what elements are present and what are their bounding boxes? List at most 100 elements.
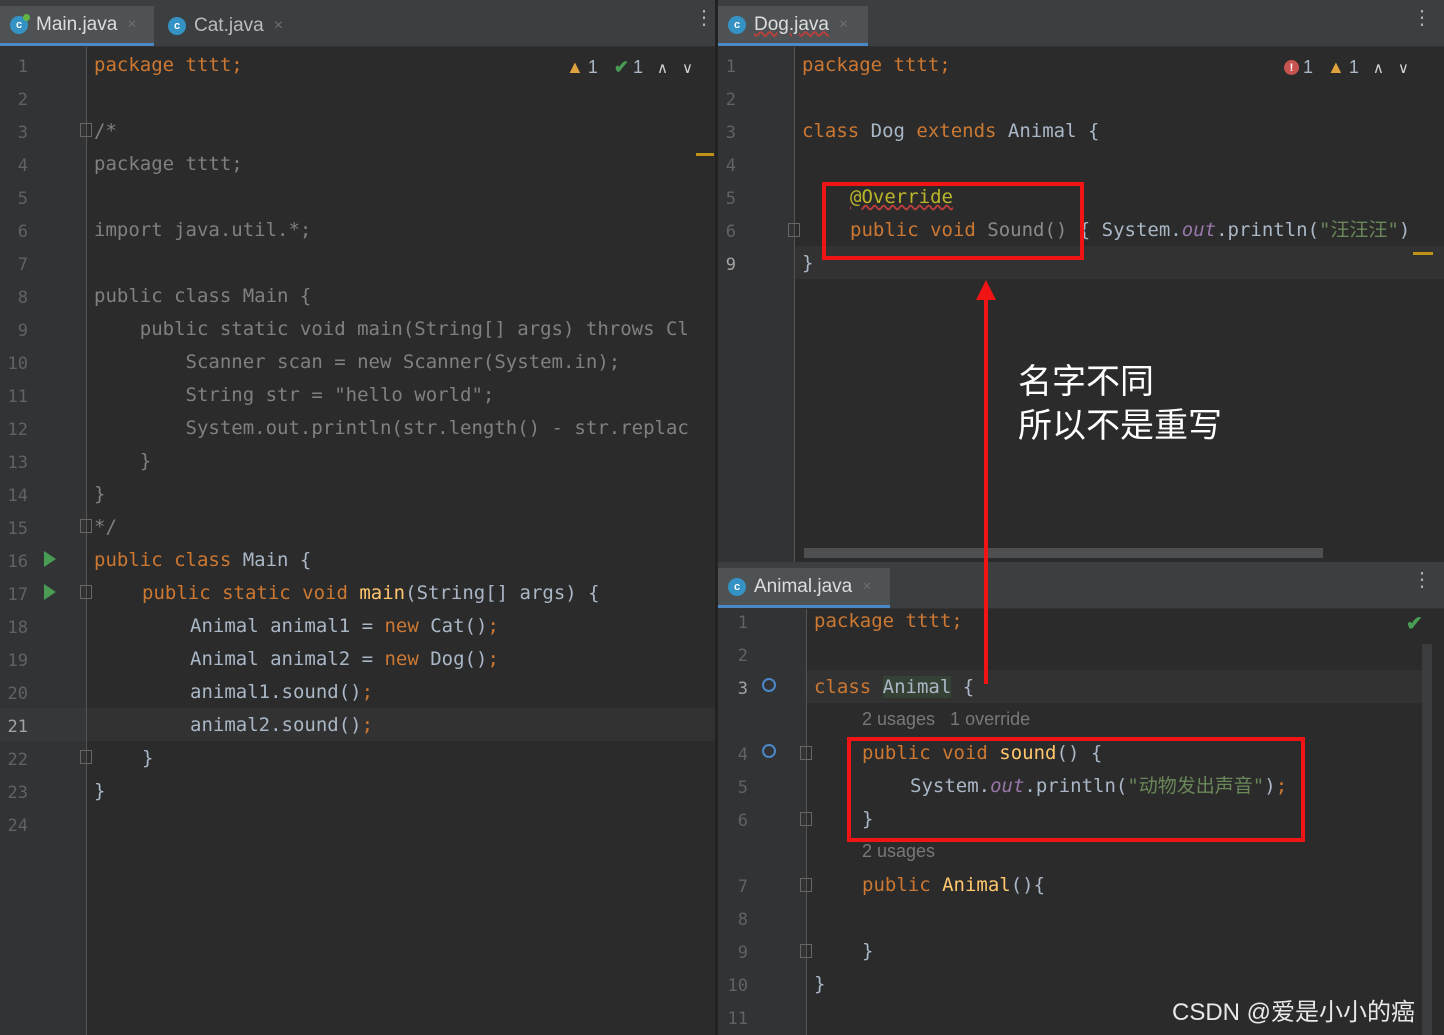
warning-marker[interactable] (696, 153, 714, 156)
tab-label: Dog.java (754, 13, 829, 35)
usage-hint[interactable]: 2 usages (862, 841, 935, 862)
line-number: 14 (7, 486, 28, 506)
close-icon[interactable]: × (127, 16, 136, 34)
line-number: 5 (17, 189, 28, 209)
line-number: 17 (7, 585, 28, 605)
line-number: 4 (725, 156, 736, 176)
usage-hint[interactable]: 2 usages 1 override (862, 709, 1030, 730)
current-line-highlight (87, 708, 715, 741)
fold-icon[interactable] (800, 746, 812, 760)
fold-icon[interactable] (800, 944, 812, 958)
code-line-9[interactable]: public static void main(String[] args) t… (94, 313, 689, 346)
line-number: 7 (737, 877, 748, 897)
code-line-9[interactable]: } (862, 935, 873, 968)
chevron-down-icon[interactable]: ∨ (1398, 59, 1409, 77)
line-number: 8 (737, 910, 748, 930)
check-icon: ✔ (613, 57, 629, 77)
tab-dog-java[interactable]: c Dog.java × (718, 6, 868, 46)
annotation-line-2: 所以不是重写 (1018, 407, 1222, 445)
code-line-8[interactable]: public class Main { (94, 280, 311, 313)
left-tab-bar: c Main.java × c Cat.java × ⋮ (0, 0, 715, 47)
line-number: 23 (7, 783, 28, 803)
code-line-19[interactable]: Animal animal2 = new Dog(); (190, 643, 499, 676)
tab-animal-java[interactable]: c Animal.java × (718, 568, 890, 608)
chevron-up-icon[interactable]: ∧ (657, 59, 668, 77)
warning-icon: ▲ (566, 57, 584, 77)
fold-icon[interactable] (800, 812, 812, 826)
code-line-11[interactable]: String str = "hello world"; (94, 379, 495, 412)
code-line-3[interactable]: /* (94, 115, 117, 148)
annotation-line-1: 名字不同 (1018, 363, 1154, 401)
code-line-14[interactable]: } (94, 478, 105, 511)
code-line-10[interactable]: Scanner scan = new Scanner(System.in); (94, 346, 621, 379)
inspection-status[interactable]: ! 1 ▲ 1 ∧ ∨ (1284, 57, 1409, 78)
code-line-6[interactable]: import java.util.*; (94, 214, 311, 247)
class-icon: c (728, 15, 746, 34)
run-icon[interactable] (44, 551, 56, 567)
code-line-1[interactable]: package tttt; (814, 605, 963, 638)
code-line-20[interactable]: animal1.sound(); (190, 676, 373, 709)
code-line-18[interactable]: Animal animal1 = new Cat(); (190, 610, 499, 643)
more-menu-icon[interactable]: ⋮ (1412, 570, 1432, 590)
fold-icon[interactable] (80, 585, 92, 599)
line-number: 10 (7, 354, 28, 374)
dog-sound-highlight-box (822, 182, 1084, 260)
close-icon[interactable]: × (862, 578, 871, 596)
inspection-status[interactable]: ▲ 1 ✔ 1 ∧ ∨ (566, 57, 693, 78)
override-icon[interactable] (762, 678, 776, 692)
more-menu-icon[interactable]: ⋮ (1412, 8, 1432, 28)
fold-icon[interactable] (788, 223, 800, 237)
code-line-17[interactable]: public static void main(String[] args) { (142, 577, 600, 610)
fold-icon[interactable] (80, 750, 92, 764)
watermark: CSDN @爱是小小的癌 (1172, 999, 1416, 1026)
chevron-down-icon[interactable]: ∨ (682, 59, 693, 77)
code-line-1[interactable]: package tttt; (802, 49, 951, 82)
code-line-16[interactable]: public class Main { (94, 544, 311, 577)
tab-cat-java[interactable]: c Cat.java × (158, 6, 298, 46)
warning-marker[interactable] (1413, 252, 1433, 255)
fold-icon[interactable] (80, 123, 92, 137)
vertical-scrollbar[interactable] (1422, 644, 1432, 1035)
line-number: 21 (7, 717, 28, 737)
chevron-up-icon[interactable]: ∧ (1373, 59, 1384, 77)
run-icon[interactable] (44, 584, 56, 600)
class-icon: c (10, 13, 30, 34)
code-line-1[interactable]: package tttt; (94, 49, 243, 82)
fold-icon[interactable] (80, 519, 92, 533)
code-line-10[interactable]: } (814, 968, 825, 1001)
line-number: 2 (725, 90, 736, 110)
code-line-15[interactable]: */ (94, 511, 117, 544)
line-number: 1 (17, 57, 28, 77)
dog-editor-pane: c Dog.java × ⋮ 1 2 3 4 5 6 9 ! 1 ▲ 1 ∧ ∨ packa… (718, 0, 1444, 562)
close-icon[interactable]: × (839, 16, 848, 34)
code-line-3[interactable]: class Dog extends Animal { (802, 115, 1099, 148)
code-line-7[interactable]: public Animal(){ (862, 869, 1045, 902)
line-number: 7 (17, 255, 28, 275)
line-number: 11 (727, 1009, 748, 1029)
line-number: 12 (7, 420, 28, 440)
tab-label: Cat.java (194, 15, 264, 36)
code-line-22[interactable]: } (142, 742, 153, 775)
error-icon: ! (1284, 60, 1299, 75)
line-number: 5 (737, 778, 748, 798)
line-number: 9 (17, 321, 28, 341)
horizontal-scrollbar[interactable] (804, 548, 1323, 558)
code-line-3[interactable]: class Animal { (814, 671, 974, 704)
close-icon[interactable]: × (274, 17, 283, 35)
overridden-icon[interactable] (762, 744, 776, 758)
line-number: 4 (17, 156, 28, 176)
line-number: 10 (727, 976, 748, 996)
code-line-23[interactable]: } (94, 775, 105, 808)
line-number: 18 (7, 618, 28, 638)
line-number: 3 (17, 123, 28, 143)
code-line-13[interactable]: } (94, 445, 151, 478)
code-line-4[interactable]: package tttt; (94, 148, 243, 181)
tab-main-java[interactable]: c Main.java × (0, 6, 154, 46)
code-line-9[interactable]: } (802, 247, 813, 280)
gutter-divider (86, 47, 87, 1035)
more-menu-icon[interactable]: ⋮ (694, 8, 714, 28)
fold-icon[interactable] (800, 878, 812, 892)
code-line-12[interactable]: System.out.println(str.length() - str.re… (94, 412, 689, 445)
code-line-21[interactable]: animal2.sound(); (190, 709, 373, 742)
line-number: 13 (7, 453, 28, 473)
